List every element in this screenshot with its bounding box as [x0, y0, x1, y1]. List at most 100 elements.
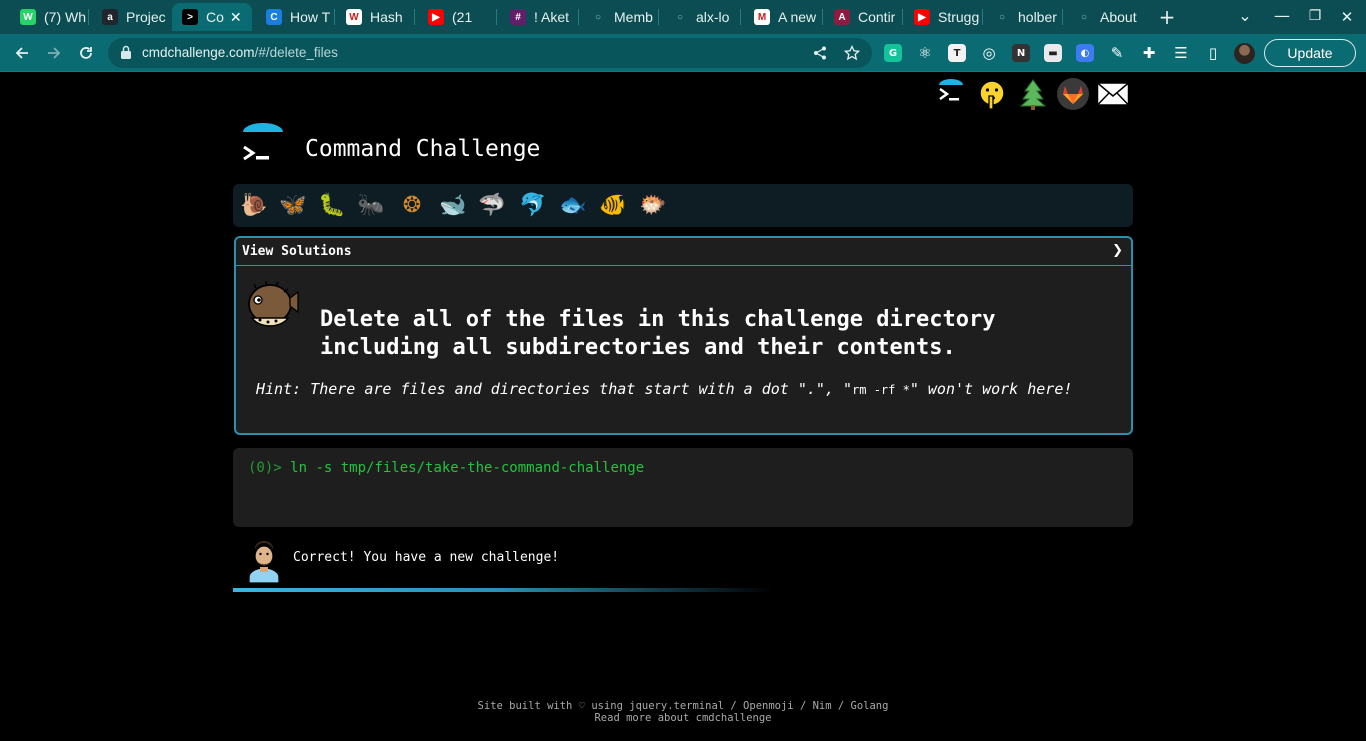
minimize-button[interactable]: —: [1271, 6, 1293, 25]
browser-tab[interactable]: ○ holber: [984, 3, 1060, 31]
alx-icon: a: [102, 9, 118, 25]
tab-separator: [982, 9, 983, 25]
browser-toolbar: cmdchallenge.com/#/delete_files G ⚛ T ◎ N ▬ ◐ ✎…: [0, 34, 1366, 72]
tab-title: About: [1100, 9, 1137, 25]
url-text: cmdchallenge.com/#/delete_files: [142, 45, 338, 60]
browser-tab-strip: W (7) Wh a Projec > Co ✕ C How T W Hash ▶ (21 # ! Aket…: [0, 0, 1366, 34]
site-title[interactable]: Command Challenge: [305, 136, 540, 162]
level-snail-icon[interactable]: 🐌: [238, 190, 270, 220]
tab-title: Memb: [614, 9, 653, 25]
shushing-face-icon[interactable]: [975, 77, 1009, 111]
terminal-line[interactable]: (0)> ln -s tmp/files/take-the-command-ch…: [248, 460, 644, 476]
level-blowfish-icon[interactable]: 🐡: [637, 190, 669, 220]
url-path: /#/delete_files: [254, 45, 338, 60]
level-selector: 🐌 🦋 🐛 🐜 ❂ 🐋 🦈 🐬 🐟 🐠 🐡: [233, 184, 1133, 227]
github-icon: ○: [590, 9, 606, 25]
level-microbe-icon[interactable]: ❂: [396, 190, 428, 220]
whatsapp-icon: W: [20, 9, 36, 25]
bookmark-star-icon[interactable]: [843, 44, 861, 62]
update-button[interactable]: Update: [1264, 39, 1356, 67]
evergreen-tree-icon[interactable]: [1016, 77, 1050, 111]
tab-separator: [1062, 9, 1063, 25]
level-fish-icon[interactable]: 🐟: [557, 190, 589, 220]
level-caterpillar-icon[interactable]: 🐛: [316, 190, 348, 220]
level-butterfly-icon[interactable]: 🦋: [277, 190, 309, 220]
close-tab-icon[interactable]: ✕: [230, 9, 242, 26]
feedback-message: Correct! You have a new challenge!: [240, 535, 840, 583]
target-extension-icon[interactable]: ◎: [980, 44, 998, 62]
tab-separator: [334, 9, 335, 25]
tab-title: Hash: [370, 9, 403, 25]
side-panel-icon[interactable]: ▯: [1204, 44, 1222, 62]
feedback-text: Correct! You have a new challenge!: [293, 550, 560, 565]
grammarly-extension-icon[interactable]: G: [884, 44, 902, 62]
browser-tab[interactable]: # ! Aket: [500, 3, 576, 31]
browser-tab[interactable]: M A new: [744, 3, 820, 31]
tab-search-button[interactable]: ⌄: [1234, 6, 1256, 25]
window-extension-icon[interactable]: ▬: [1044, 44, 1062, 62]
terminal-logo-icon[interactable]: [934, 77, 968, 111]
close-window-button[interactable]: ✕: [1336, 8, 1358, 26]
crowdbotics-icon: C: [266, 9, 282, 25]
color-picker-extension-icon[interactable]: ✎: [1108, 44, 1126, 62]
tab-title: Contir: [858, 9, 896, 25]
tab-separator: [414, 9, 415, 25]
hint-code: rm -rf *: [852, 383, 910, 397]
view-solutions-toggle[interactable]: View Solutions ❯: [236, 238, 1131, 266]
terminal-input-area[interactable]: (0)> ln -s tmp/files/take-the-command-ch…: [233, 448, 1133, 527]
hint-text-start: Hint: There are files and directories th…: [256, 380, 853, 398]
github-icon: ○: [994, 9, 1010, 25]
gmail-icon: M: [754, 9, 770, 25]
address-bar[interactable]: cmdchallenge.com/#/delete_files: [108, 38, 872, 68]
terminal-command[interactable]: ln -s tmp/files/take-the-command-challen…: [290, 460, 644, 476]
forward-arrow-icon: [48, 47, 61, 59]
chevron-right-icon: ❯: [1112, 243, 1123, 258]
reload-button[interactable]: [74, 41, 98, 65]
share-icon[interactable]: [811, 44, 829, 62]
new-tab-button[interactable]: +: [1156, 5, 1178, 29]
browser-tab[interactable]: ○ Memb: [580, 3, 656, 31]
back-arrow-icon: [15, 47, 28, 59]
tab-separator: [902, 9, 903, 25]
view-solutions-label: View Solutions: [242, 244, 352, 259]
browser-tab[interactable]: W Hash: [336, 3, 412, 31]
browser-tab[interactable]: ○ alx-lo: [662, 3, 738, 31]
browser-tab[interactable]: > Co ✕: [172, 3, 252, 31]
level-whale-icon[interactable]: 🐋: [437, 190, 469, 220]
back-button[interactable]: [10, 41, 34, 65]
media-controls-icon[interactable]: ☰: [1172, 44, 1190, 62]
browser-tab[interactable]: A Contir: [824, 3, 900, 31]
level-dolphin-icon[interactable]: 🐬: [517, 190, 549, 220]
restore-button[interactable]: ❐: [1304, 8, 1326, 24]
tab-title: Projec: [126, 9, 166, 25]
browser-tab[interactable]: ▶ (21: [418, 3, 494, 31]
new-badge-extension-icon[interactable]: N: [1012, 44, 1030, 62]
browser-tab[interactable]: C How T: [256, 3, 332, 31]
tab-separator: [496, 9, 497, 25]
gitlab-icon[interactable]: [1056, 77, 1090, 111]
blowfish-icon: [248, 281, 299, 327]
read-more-link[interactable]: Read more about cmdchallenge: [0, 712, 1366, 724]
react-devtools-icon[interactable]: ⚛: [916, 44, 934, 62]
command-challenge-logo[interactable]: [240, 123, 286, 167]
tab-title: ! Aket: [534, 9, 570, 25]
browser-tab[interactable]: a Projec: [92, 3, 168, 31]
extensions-puzzle-icon[interactable]: ✚: [1140, 44, 1158, 62]
browser-tab[interactable]: W (7) Wh: [10, 3, 86, 31]
browser-tab[interactable]: ○ About: [1066, 3, 1148, 31]
profile-avatar[interactable]: [1234, 43, 1255, 64]
tab-title: Strugg: [938, 9, 980, 25]
level-shark-icon[interactable]: 🦈: [476, 190, 508, 220]
browser-tab[interactable]: ▶ Strugg: [904, 3, 980, 31]
slack-icon: #: [510, 9, 526, 25]
terminal-prompt: (0)>: [248, 460, 291, 476]
tab-title: (21: [452, 9, 473, 25]
footer-credits: Site built with ♡ using jquery.terminal …: [477, 700, 889, 712]
forward-button[interactable]: [42, 41, 66, 65]
level-tropical-fish-icon[interactable]: 🐠: [597, 190, 629, 220]
level-ant-icon[interactable]: 🐜: [355, 190, 387, 220]
text-extension-icon[interactable]: T: [948, 44, 966, 62]
envelope-icon[interactable]: [1096, 77, 1130, 111]
tab-title: How T: [290, 9, 331, 25]
sync-extension-icon[interactable]: ◐: [1076, 44, 1094, 62]
